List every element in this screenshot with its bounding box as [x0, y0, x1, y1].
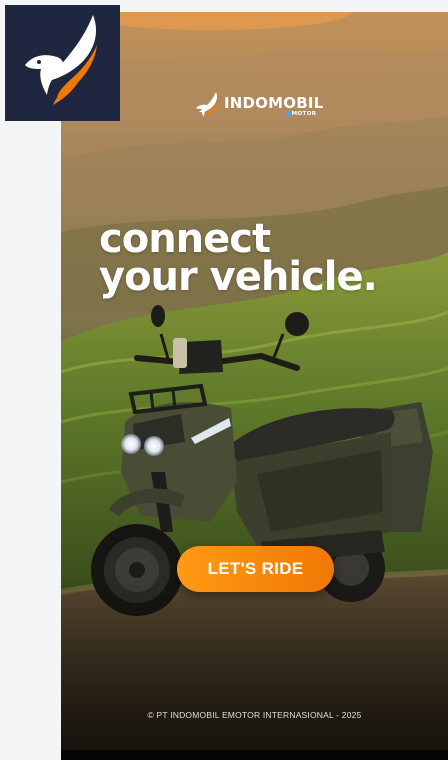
copyright-text: © PT INDOMOBIL EMOTOR INTERNASIONAL - 20…	[147, 710, 362, 720]
headline-line-1: connect	[99, 216, 271, 262]
brand-subtitle-text: MOTOR	[291, 111, 317, 117]
brand-subtitle: ■MOTOR	[286, 111, 317, 117]
splash-page: INDOMOBIL ■MOTOR connect your vehicle. L…	[0, 0, 448, 760]
brand-name: INDOMOBIL	[224, 94, 324, 112]
lets-ride-button[interactable]: LET'S RIDE	[177, 546, 334, 592]
app-logo-icon	[5, 5, 120, 121]
hero-background-image	[61, 12, 448, 760]
hero-headline: connect your vehicle.	[99, 216, 378, 300]
splash-screen: INDOMOBIL ■MOTOR connect your vehicle. L…	[61, 12, 448, 760]
headline-line-2: your vehicle.	[99, 254, 378, 300]
phoenix-mark-icon	[196, 92, 218, 117]
